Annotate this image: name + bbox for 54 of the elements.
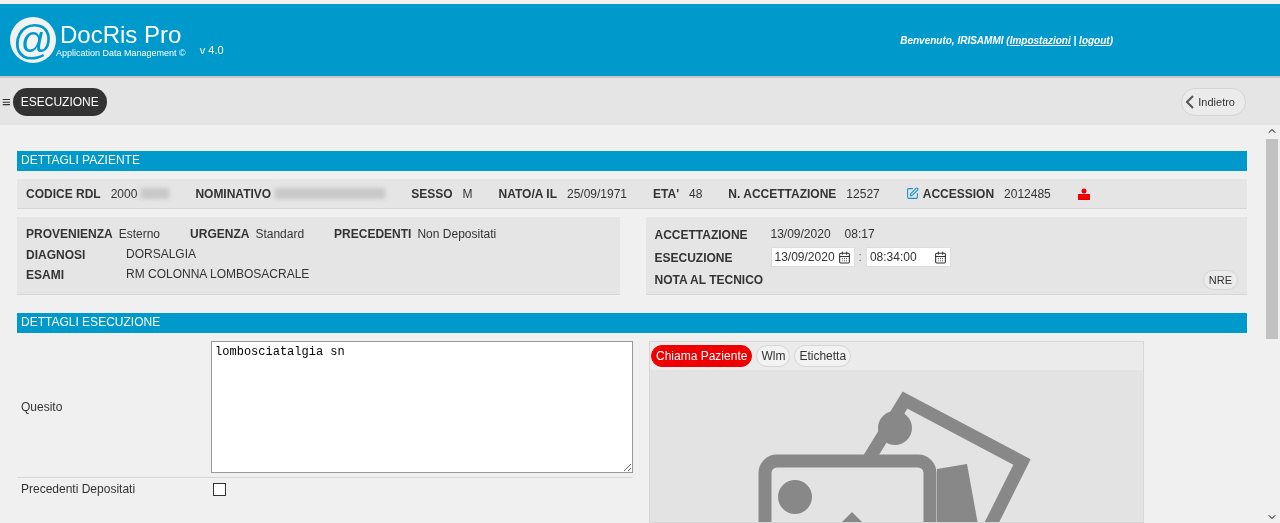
field-label: PROVENIENZA	[26, 227, 113, 242]
calendar-icon[interactable]	[837, 250, 851, 264]
app-tagline: Application Data Management ©	[56, 48, 186, 58]
field-label: Precedenti Depositati	[20, 482, 137, 496]
field-label: DIAGNOSI	[26, 248, 86, 263]
field-value: 25/09/1971	[566, 186, 628, 201]
field-value: 48	[689, 186, 703, 201]
field-label: Quesito	[20, 400, 64, 414]
back-button[interactable]: Indietro	[1181, 87, 1246, 116]
field-label: ACCESSION	[922, 186, 995, 201]
field-label: ESAMI	[26, 268, 64, 283]
nre-button[interactable]: NRE	[1202, 270, 1238, 291]
field-label: SESSO	[411, 186, 453, 201]
people-icon	[1076, 187, 1091, 200]
section-header: DETTAGLI PAZIENTE	[17, 151, 1247, 171]
question-textarea[interactable]: lombosciatalgia sn	[211, 341, 633, 473]
section-header: DETTAGLI ESECUZIONE	[17, 313, 1247, 333]
time-field[interactable]: 08:34:00	[865, 247, 951, 268]
field-value: RM COLONNA LOMBOSACRALE	[126, 267, 310, 282]
field-value: 2012485	[1004, 186, 1051, 201]
version-text: v 4.0	[199, 44, 224, 56]
checkbox[interactable]	[213, 482, 226, 496]
welcome-text: Benvenuto, IRISAMMI (Impostazioni | logout)	[900, 34, 1113, 46]
time-separator: :	[858, 250, 862, 265]
page-title-button[interactable]: ESECUZIONE	[12, 87, 107, 116]
field-label: ACCETTAZIONE	[654, 228, 748, 243]
menu-icon[interactable]: ≡	[0, 93, 13, 110]
field-value: 13/09/2020	[770, 227, 831, 242]
field-value: Non Depositati	[417, 227, 497, 242]
field-value: 08:17	[844, 227, 875, 242]
action-button[interactable]: Wlm	[756, 345, 791, 367]
field-value: 2000	[110, 186, 138, 201]
field-value: Standard	[255, 227, 305, 242]
field-label: ETA'	[653, 186, 679, 201]
edit-icon[interactable]	[905, 187, 919, 201]
field-label: CODICE RDL	[26, 186, 101, 201]
field-value: Esterno	[118, 227, 161, 242]
logo-icon: @	[10, 17, 56, 63]
field-label: NATO/A IL	[498, 186, 557, 201]
chevron-left-icon	[1186, 94, 1195, 109]
field-value: DORSALGIA	[126, 247, 197, 262]
field-label: NOTA AL TECNICO	[654, 273, 764, 288]
action-button[interactable]: Etichetta	[794, 345, 852, 367]
field-label: URGENZA	[190, 227, 250, 242]
app-name: DocRis Pro	[60, 22, 183, 48]
date-field[interactable]: 13/09/2020	[770, 247, 855, 268]
field-label: ESECUZIONE	[654, 251, 733, 266]
field-value: M	[462, 186, 473, 201]
field-label: PRECEDENTI	[334, 227, 412, 242]
field-value: 12527	[846, 186, 880, 201]
field-label: NOMINATIVO	[195, 186, 272, 201]
field-label: N. ACCETTAZIONE	[728, 186, 837, 201]
action-button[interactable]: Chiama Paziente	[651, 345, 753, 367]
calendar-icon[interactable]	[933, 250, 947, 264]
